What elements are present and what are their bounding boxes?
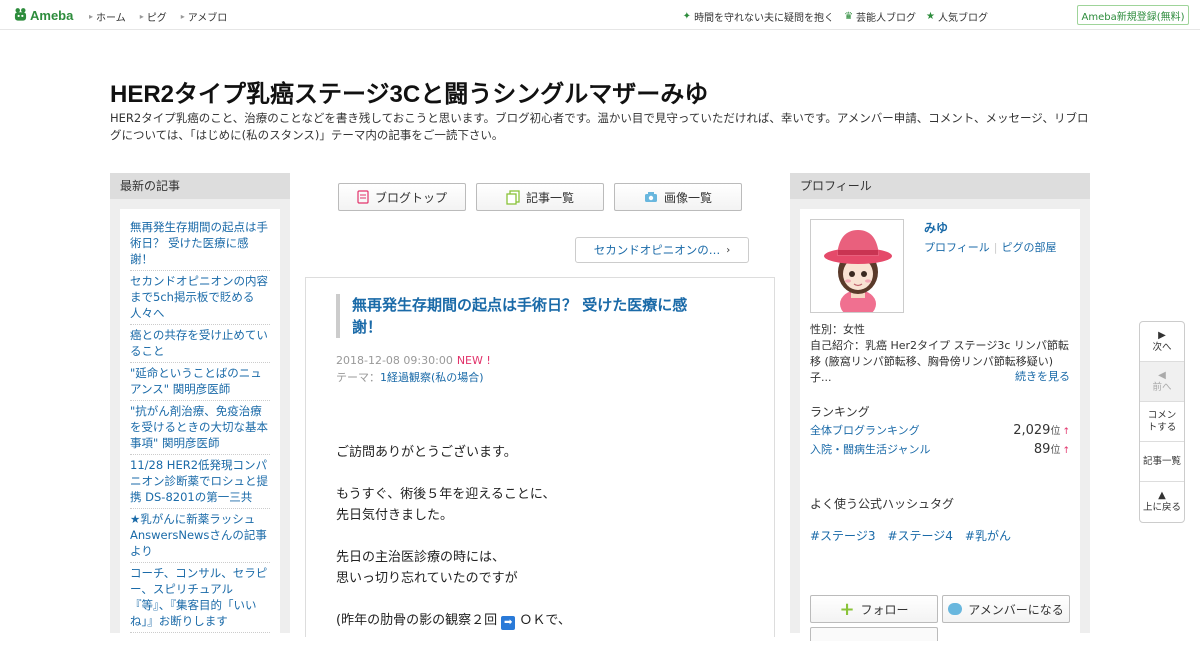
body-paragraph: 先日の主治医診療の時には、 思いっ切り忘れていたのですが xyxy=(336,550,518,586)
recent-article-link[interactable]: "抗がん剤治療、免疫治療を受けるときの大切な基本事項" 関明彦医師 xyxy=(130,401,270,455)
article: 無再発生存期間の起点は手術日？ 受けた医療に感謝！ 2018-12-08 09:… xyxy=(305,277,775,637)
pigg-room-link[interactable]: ピグの部屋 xyxy=(1002,241,1057,254)
ameba-logo-icon xyxy=(14,8,27,21)
side-article-list-button[interactable]: 記事一覧 xyxy=(1140,442,1184,482)
topnav-home[interactable]: ▸ ホーム xyxy=(89,9,126,24)
play-right-icon: ▶ xyxy=(1158,329,1166,341)
theme-label: テーマ： xyxy=(336,371,380,384)
hashtag-link[interactable]: #乳がん xyxy=(965,527,1011,544)
genre-ranking-link[interactable]: 入院・闘病生活ジャンル xyxy=(810,441,930,457)
blog-title[interactable]: HER2タイプ乳癌ステージ3Cと闘うシングルマザーみゆ xyxy=(110,74,708,109)
recent-article-link[interactable]: 癌との共存を受け止めていること xyxy=(130,325,270,363)
recent-articles-panel: 最新の記事 無再発生存期間の起点は手術日？ 受けた医療に感謝！ セカンドオピニオ… xyxy=(110,173,290,639)
profile-links: プロフィール | ピグの部屋 xyxy=(924,239,1057,255)
floating-side-nav: ▶ 次へ ◀ 前へ コメントする 記事一覧 ▲ 上に戻る xyxy=(1139,321,1185,523)
profile-gender: 性別：女性 xyxy=(810,323,865,336)
body-paragraph: もうすぐ、術後５年を迎えることに、 先日気付きました。 xyxy=(336,487,556,523)
ranking-row: 入院・闘病生活ジャンル 89位 ↑ xyxy=(810,441,1070,457)
blog-description: HER2タイプ乳癌のこと、治療のことなどを書き残しておこうと思います。ブログ初心… xyxy=(110,111,1089,142)
popular-blog-link[interactable]: ★ 人気ブログ xyxy=(926,9,988,24)
article-list-button[interactable]: 記事一覧 xyxy=(476,183,604,211)
article-body: ご訪問ありがとうございます。 もうすぐ、術後５年を迎えることに、 先日気付きました… xyxy=(336,442,571,652)
avatar[interactable] xyxy=(810,219,904,313)
link-separator: | xyxy=(993,241,998,254)
comment-button[interactable]: コメントする xyxy=(1140,402,1184,442)
more-button[interactable] xyxy=(810,627,938,641)
recent-articles-list: 無再発生存期間の起点は手術日？ 受けた医療に感謝！ セカンドオピニオンの内容まで… xyxy=(120,209,280,639)
back-to-top-button[interactable]: ▲ 上に戻る xyxy=(1140,482,1184,522)
avatar-illustration xyxy=(811,220,903,312)
see-more-link[interactable]: 続きを見る xyxy=(1015,368,1070,384)
article-title[interactable]: 無再発生存期間の起点は手術日？ 受けた医療に感謝！ xyxy=(336,294,716,338)
follow-button[interactable]: + フォロー xyxy=(810,595,938,623)
camera-icon xyxy=(644,192,657,202)
brand-name: Ameba xyxy=(30,7,74,23)
top-nav: ▸ ホーム ▸ ピグ ▸ アメブロ xyxy=(89,9,241,24)
crown-icon: ♛ xyxy=(844,11,854,22)
recent-article-link[interactable]: コーチ、コンサル、セラピー、スピリチュアル『等』、『集客目的「いいね」』お断りし… xyxy=(130,563,270,633)
blog-top-button[interactable]: ブログトップ xyxy=(338,183,466,211)
blog-nav: ブログトップ 記事一覧 画像一覧 xyxy=(338,183,752,211)
sparkle-icon: ✦ xyxy=(682,11,692,22)
prev-article-button[interactable]: ◀ 前へ xyxy=(1140,362,1184,402)
article-theme-link[interactable]: 1経過観察(私の場合) xyxy=(380,371,484,384)
caret-right-icon: ▸ xyxy=(89,12,94,21)
plus-icon: + xyxy=(839,598,855,620)
recent-article-link[interactable]: "延命ということばのニュアンス" 関明彦医師 xyxy=(130,363,270,401)
triangle-up-icon: ▲ xyxy=(1158,490,1166,501)
recent-article-link[interactable]: セカンドオピニオンの内容まで5ch掲示板で貶める人々へ xyxy=(130,271,270,325)
trend-up-icon: ↑ xyxy=(1062,446,1070,456)
profile-box: みゆ プロフィール | ピグの部屋 性別：女性 自己紹介：乳癌 Her2タイプ ステ… xyxy=(800,209,1080,641)
speech-bubble-icon xyxy=(948,603,963,615)
topnav-ameblo[interactable]: ▸ アメブロ xyxy=(181,9,228,24)
topnav-pigg[interactable]: ▸ ピグ xyxy=(140,9,167,24)
play-left-icon: ◀ xyxy=(1158,369,1166,381)
star-icon: ★ xyxy=(926,11,935,22)
profile-link[interactable]: プロフィール xyxy=(924,241,990,254)
recent-articles-heading: 最新の記事 xyxy=(110,173,290,199)
profile-name[interactable]: みゆ xyxy=(924,219,948,236)
profile-panel: プロフィール みゆ プロフィール | ピグの部屋 性別：女性 自己紹介：乳癌 H… xyxy=(790,173,1090,641)
recent-article-link[interactable]: 無再発生存期間の起点は手術日？ 受けた医療に感謝！ xyxy=(130,217,270,271)
amember-button[interactable]: アメンバーになる xyxy=(942,595,1070,623)
article-meta: 2018-12-08 09:30:00 NEW ! テーマ：1経過観察(私の場合) xyxy=(336,352,491,386)
blog-top-icon xyxy=(357,190,369,204)
caret-right-icon: ▸ xyxy=(180,12,185,21)
trend-up-icon: ↑ xyxy=(1062,427,1070,437)
top-bar: Ameba ▸ ホーム ▸ ピグ ▸ アメブロ ✦ 時間を守れない夫に疑問を抱く ♛ 芸能… xyxy=(0,0,1200,30)
recent-article-link[interactable]: ★乳がんに新薬ラッシュ AnswersNewsさんの記事より xyxy=(130,509,270,563)
profile-heading: プロフィール xyxy=(790,173,1090,199)
next-article-link[interactable]: セカンドオピニオンの… › xyxy=(575,237,749,263)
hashtag-link[interactable]: #ステージ3 xyxy=(810,527,875,544)
hashtag-link[interactable]: #ステージ4 xyxy=(887,527,952,544)
next-article-button[interactable]: ▶ 次へ xyxy=(1140,322,1184,362)
chevron-right-icon: › xyxy=(726,244,731,256)
arrow-right-emoji-icon: ➡ xyxy=(501,616,516,630)
body-paragraph: ご訪問ありがとうございます。 xyxy=(336,445,517,460)
caret-right-icon: ▸ xyxy=(139,12,144,21)
ranking-value: 89位 ↑ xyxy=(1033,442,1070,457)
ranking-value: 2,029位 ↑ xyxy=(1013,423,1070,438)
article-list-icon xyxy=(506,189,520,205)
celebrity-blog-link[interactable]: ♛ 芸能人ブログ xyxy=(844,9,916,24)
ameba-logo[interactable]: Ameba xyxy=(14,7,73,23)
new-badge: NEW ! xyxy=(456,354,491,367)
image-list-button[interactable]: 画像一覧 xyxy=(614,183,742,211)
ranking-row: 全体ブログランキング 2,029位 ↑ xyxy=(810,422,1070,438)
hashtag-list: #ステージ3 #ステージ4 #乳がん xyxy=(810,527,1011,544)
trending-topic-link[interactable]: ✦ 時間を守れない夫に疑問を抱く xyxy=(683,9,834,24)
register-button[interactable]: Ameba新規登録(無料) xyxy=(1077,5,1189,25)
recent-article-link[interactable]: 11/28 HER2低発現コンパニオン診断薬でロシュと提携 DS-8201の第一… xyxy=(130,455,270,509)
body-paragraph: (昨年の肋骨の影の観察２回 ➡ ＯＫで、 xyxy=(336,613,571,630)
hashtag-heading: よく使う公式ハッシュタグ xyxy=(810,497,955,511)
article-datetime: 2018-12-08 09:30:00 xyxy=(336,354,453,367)
ranking-heading: ランキング xyxy=(810,405,870,419)
top-right-links: ✦ 時間を守れない夫に疑問を抱く ♛ 芸能人ブログ ★ 人気ブログ xyxy=(673,9,988,24)
overall-ranking-link[interactable]: 全体ブログランキング xyxy=(810,422,920,438)
